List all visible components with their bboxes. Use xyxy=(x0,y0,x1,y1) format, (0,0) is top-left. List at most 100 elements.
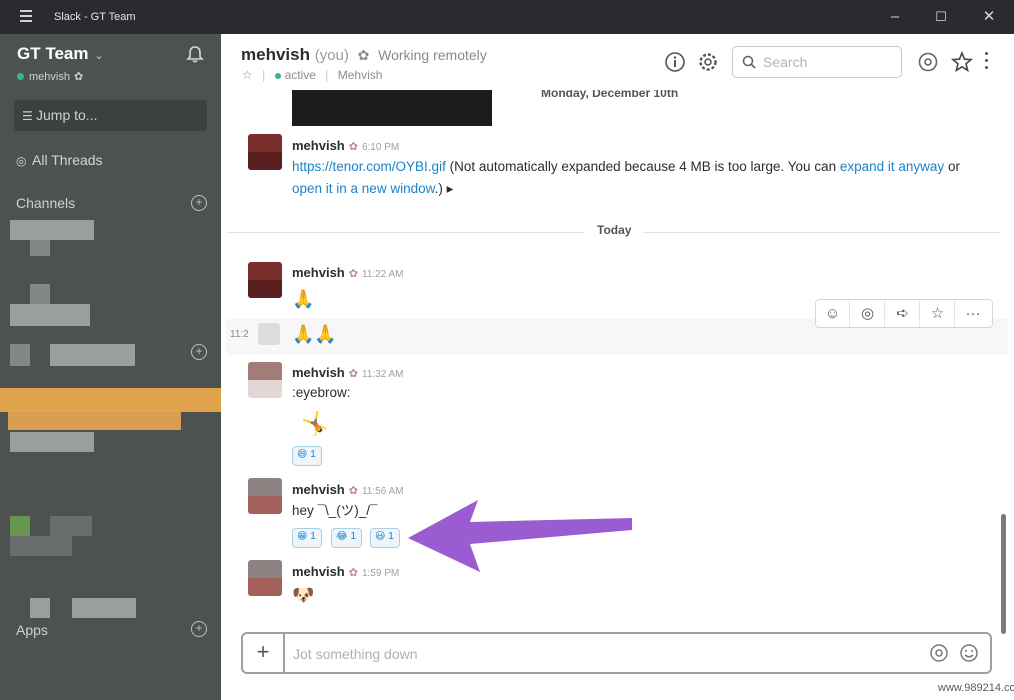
status-emoji-icon: ✿ xyxy=(348,141,358,153)
day-divider: Monday, December 10th xyxy=(221,90,1001,106)
all-threads-item[interactable]: ◎ All Threads xyxy=(16,152,103,168)
reaction-pill[interactable]: 😂 1 xyxy=(331,528,363,548)
search-icon xyxy=(742,55,756,69)
day-label: Today xyxy=(585,223,644,237)
expand-link[interactable]: expand it anyway xyxy=(840,159,944,174)
blurred-channel xyxy=(30,220,94,240)
settings-gear-icon[interactable] xyxy=(697,51,719,73)
emoji-picker-icon[interactable] xyxy=(959,643,979,663)
attach-plus-icon[interactable]: + xyxy=(243,634,285,672)
reaction-pill[interactable]: 😁 1 xyxy=(292,528,322,548)
day-label: Monday, December 10th xyxy=(529,90,691,100)
status-emoji-icon: ✿ xyxy=(73,71,84,83)
more-actions-icon[interactable]: ··· xyxy=(956,300,990,327)
avatar[interactable] xyxy=(248,134,282,170)
status-text: Working remotely xyxy=(378,47,487,63)
mention-at-icon[interactable] xyxy=(929,643,949,663)
jump-to-button[interactable]: ☰ Jump to... xyxy=(14,100,207,131)
blurred-channel xyxy=(10,220,30,240)
message-time[interactable]: 11:22 AM xyxy=(362,269,404,280)
threads-icon: ◎ xyxy=(16,154,27,168)
you-suffix: (you) xyxy=(314,47,349,64)
message-author[interactable]: mehvish xyxy=(292,265,345,280)
message-time[interactable]: 11:32 AM xyxy=(362,369,404,380)
user-status[interactable]: mehvish ✿ xyxy=(17,70,83,83)
status-emoji-icon: ✿ xyxy=(348,567,358,579)
channels-header[interactable]: Channels xyxy=(16,195,75,211)
channel-meta: ☆ | active | Mehvish xyxy=(242,68,383,82)
add-app-icon[interactable]: + xyxy=(191,621,207,637)
hover-bubble xyxy=(258,323,280,345)
window-title: Slack - GT Team xyxy=(54,11,136,23)
gif-link[interactable]: https://tenor.com/OYBI.gif xyxy=(292,159,446,174)
open-window-link[interactable]: open it in a new window xyxy=(292,181,435,196)
message-composer[interactable]: + Jot something down xyxy=(241,632,992,674)
blurred-channel xyxy=(50,344,135,366)
avatar[interactable] xyxy=(248,262,282,298)
star-icon[interactable]: ☆ xyxy=(921,300,955,327)
message-body: https://tenor.com/OYBI.gif (Not automati… xyxy=(292,156,982,200)
team-switcher[interactable]: GT Team ⌄ xyxy=(17,44,104,64)
avatar[interactable] xyxy=(248,478,282,514)
avatar[interactable] xyxy=(248,560,282,596)
main-pane: mehvish (you) ✿ Working remotely ☆ | act… xyxy=(221,34,1014,700)
message-header: mehvish ✿ 11:56 AM xyxy=(292,482,403,497)
message-emoji: 🙏🙏 xyxy=(292,324,337,344)
message-emoji: 🐶 xyxy=(292,585,315,605)
channel-name: mehvish xyxy=(241,45,310,64)
annotation-arrow-icon xyxy=(408,500,632,572)
blurred-channel xyxy=(50,516,92,536)
add-reaction-icon[interactable]: ☺ xyxy=(816,300,850,327)
apps-header[interactable]: Apps xyxy=(16,622,48,638)
avatar[interactable] xyxy=(248,362,282,398)
more-options-icon[interactable] xyxy=(985,52,989,70)
all-threads-label: All Threads xyxy=(32,152,103,168)
day-divider: Today xyxy=(221,223,1001,243)
blurred-channel xyxy=(10,344,30,366)
search-input[interactable]: Search xyxy=(732,46,902,78)
meta-display-name: Mehvish xyxy=(337,68,383,82)
mentions-at-icon[interactable] xyxy=(917,51,939,73)
status-emoji-icon: ✿ xyxy=(348,268,358,280)
message-time[interactable]: 11:56 AM xyxy=(362,486,404,497)
composer-placeholder: Jot something down xyxy=(293,646,418,662)
hamburger-menu-icon[interactable] xyxy=(20,10,32,22)
blurred-channel xyxy=(10,304,90,326)
channel-title[interactable]: mehvish (you) ✿ Working remotely xyxy=(241,45,487,65)
message-author[interactable]: mehvish xyxy=(292,564,345,579)
message-text: hey ¯\_(ツ)_/¯ xyxy=(292,503,378,518)
share-arrow-icon[interactable]: ➪ xyxy=(886,300,920,327)
start-thread-icon[interactable]: ◎ xyxy=(851,300,885,327)
status-emoji-icon: ✿ xyxy=(348,485,358,497)
message-text: .) ▸ xyxy=(434,181,454,196)
blurred-channel xyxy=(30,240,50,256)
reaction-pill[interactable]: 😄 1 xyxy=(292,446,322,466)
star-outline-icon[interactable]: ☆ xyxy=(242,68,253,82)
message-author[interactable]: mehvish xyxy=(292,482,345,497)
minimize-icon[interactable]: – xyxy=(884,6,906,28)
reaction-pill[interactable]: 😃 1 xyxy=(370,528,400,548)
add-channel-icon[interactable]: + xyxy=(191,195,207,211)
add-dm-icon[interactable]: + xyxy=(191,344,207,360)
jump-to-label: Jump to... xyxy=(36,107,98,123)
blurred-channel xyxy=(10,516,30,536)
maximize-icon[interactable]: ☐ xyxy=(930,6,952,28)
scrollbar[interactable] xyxy=(1001,514,1006,634)
message-time[interactable]: 11:2 xyxy=(230,329,249,340)
close-icon[interactable]: ✕ xyxy=(978,6,1000,28)
message-text: or xyxy=(947,159,960,174)
selected-channel-row[interactable] xyxy=(0,388,221,412)
message-header: mehvish ✿ 6:10 PM xyxy=(292,138,399,153)
info-icon[interactable] xyxy=(664,51,686,73)
message-time[interactable]: 1:59 PM xyxy=(362,568,399,579)
message-time[interactable]: 6:10 PM xyxy=(362,142,399,153)
message-header: mehvish ✿ 1:59 PM xyxy=(292,564,399,579)
bell-icon[interactable] xyxy=(185,44,205,64)
message-author[interactable]: mehvish xyxy=(292,138,345,153)
jump-icon: ☰ xyxy=(22,109,33,123)
team-name: GT Team xyxy=(17,44,89,63)
message-author[interactable]: mehvish xyxy=(292,365,345,380)
chevron-down-icon: ⌄ xyxy=(94,50,104,62)
starred-items-icon[interactable] xyxy=(951,51,973,73)
blurred-channel xyxy=(10,432,94,452)
